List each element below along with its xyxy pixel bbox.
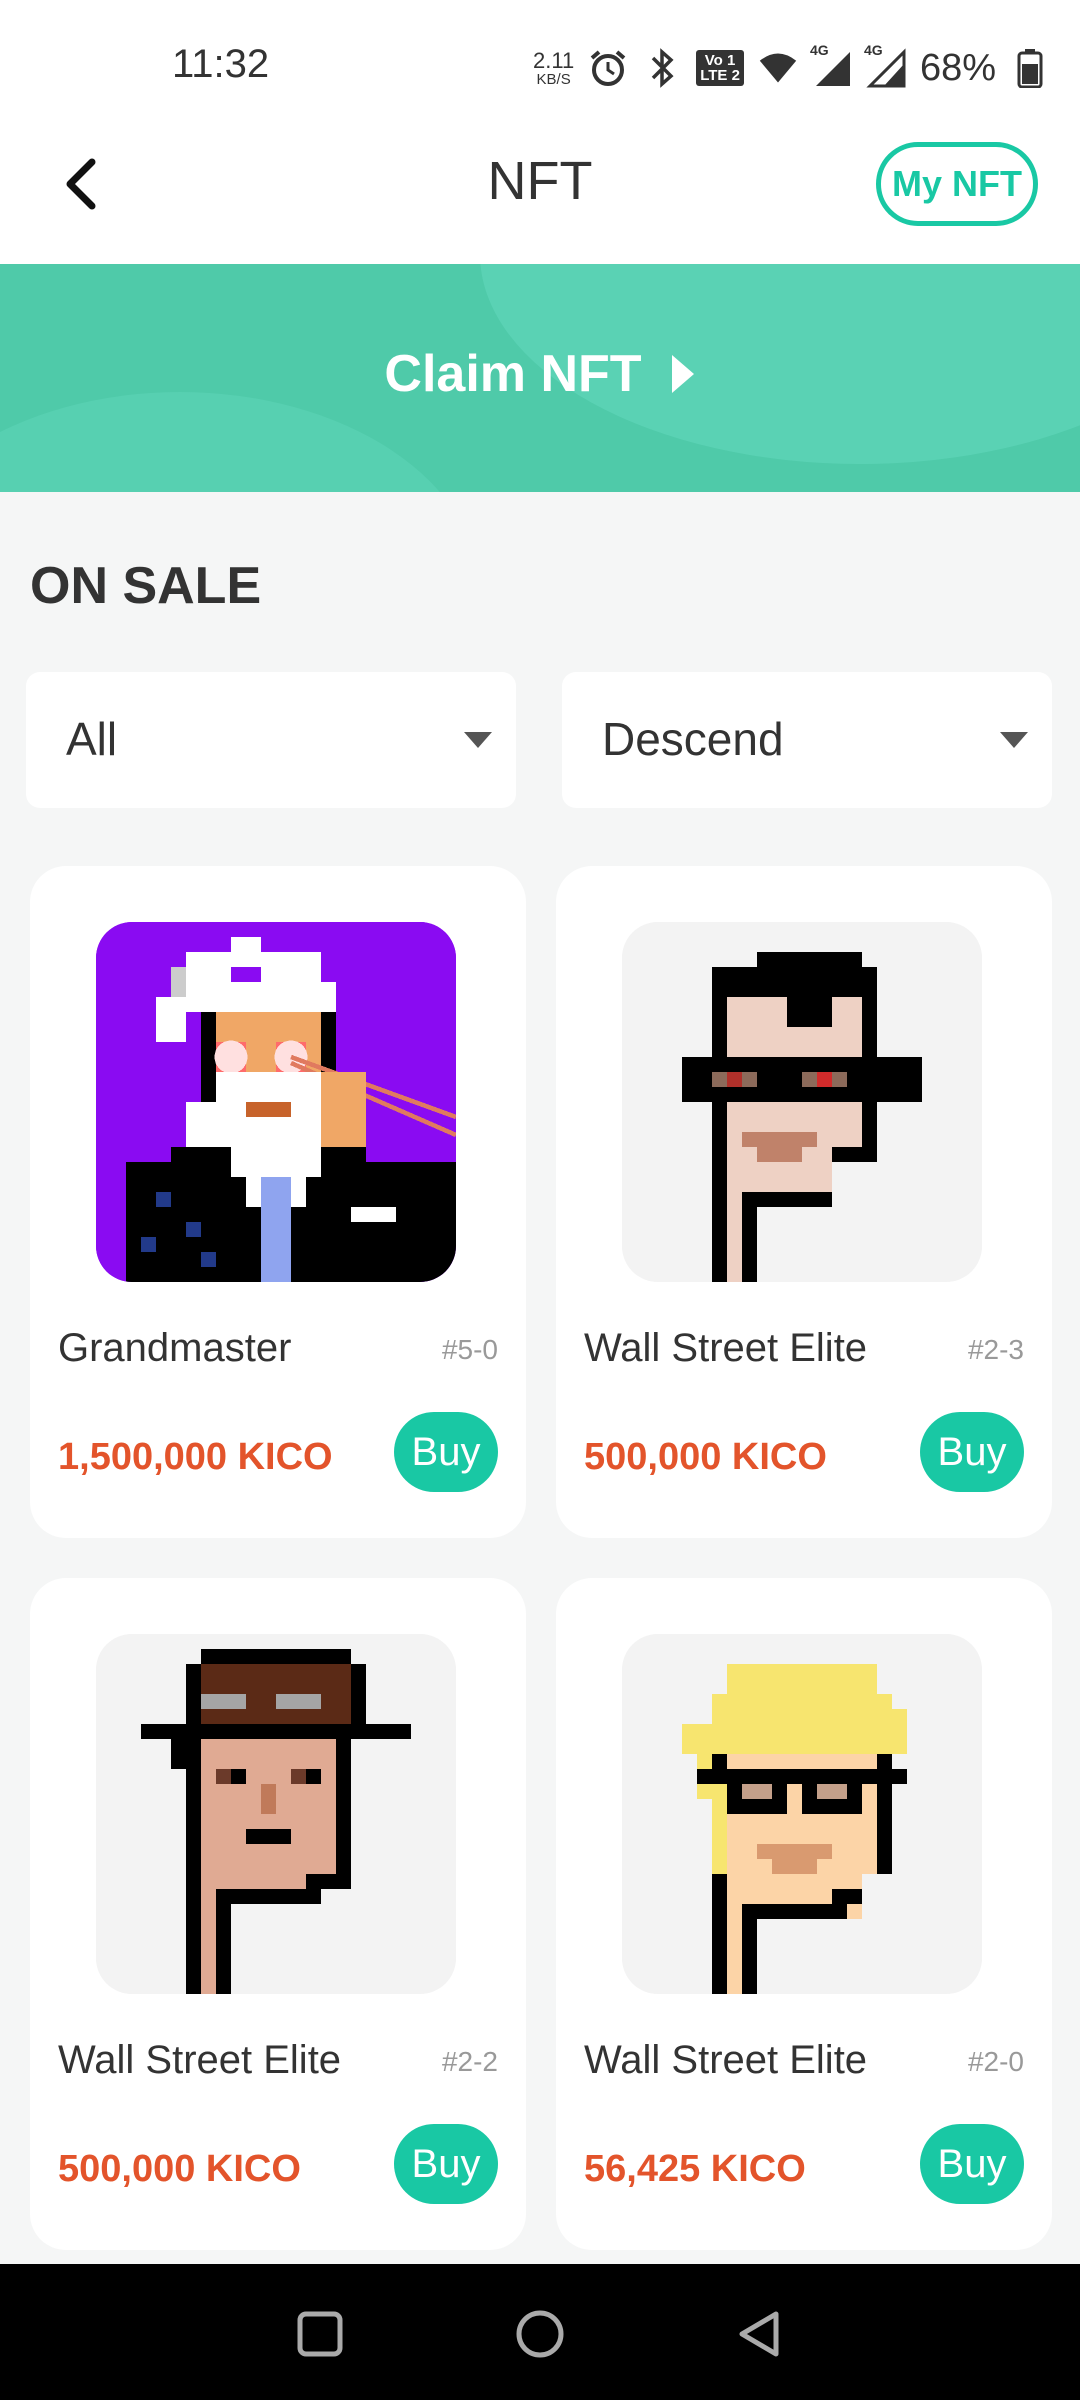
caret-down-icon [1000, 732, 1028, 748]
nft-image [622, 1634, 982, 1994]
nft-grandmaster-art [96, 922, 456, 1282]
volte-icon: Vo 1 LTE 2 [696, 50, 744, 86]
nft-name: Wall Street Elite [58, 2038, 342, 2082]
top-app-bar: NFT My NFT [0, 130, 1080, 264]
battery-percent: 68% [919, 46, 996, 89]
nft-name: Wall Street Elite [584, 1326, 868, 1370]
signal-icon: 4G [810, 42, 852, 88]
nft-image [96, 1634, 456, 1994]
recents-button[interactable] [292, 2306, 348, 2362]
battery-icon [1010, 48, 1050, 88]
banner-decoration [0, 392, 480, 492]
home-button[interactable] [512, 2306, 568, 2362]
system-nav-bar [0, 2264, 1080, 2400]
buy-button[interactable]: Buy [394, 1412, 498, 1492]
back-nav-button[interactable] [732, 2306, 788, 2362]
status-time: 11:32 [172, 42, 270, 86]
volte-bottom-label: LTE 2 [700, 67, 740, 84]
claim-nft-label: Claim NFT [384, 345, 642, 403]
nft-wall-street-elite-art [622, 922, 982, 1282]
nft-price: 500,000 KICO [58, 2148, 301, 2190]
buy-button[interactable]: Buy [394, 2124, 498, 2204]
nft-serial: #5-0 [441, 1334, 498, 1365]
nft-screen: 11:32 2.11 KB/S Vo 1 LTE 2 4G 4G 68% NFT… [0, 0, 1080, 2400]
status-icons: 2.11 KB/S Vo 1 LTE 2 4G 4G 68% [533, 40, 1050, 96]
nft-card[interactable]: Wall Street Elite #2-2 500,000 KICO Buy [30, 1578, 526, 2250]
nft-image [622, 922, 982, 1282]
caret-down-icon [464, 732, 492, 748]
nft-wall-street-elite-art [622, 1634, 982, 1994]
nft-price: 56,425 KICO [584, 2148, 806, 2190]
nft-name: Wall Street Elite [584, 2038, 868, 2082]
claim-nft-banner[interactable]: Claim NFT [0, 264, 1080, 492]
alarm-icon [588, 48, 628, 88]
category-selected-value: All [66, 713, 118, 765]
sim2-label: 4G [863, 42, 883, 58]
nft-wall-street-elite-art [96, 1634, 456, 1994]
nft-image [96, 922, 456, 1282]
network-speed-value: 2.11 [533, 47, 575, 73]
nft-serial: #2-2 [441, 2046, 498, 2077]
nft-serial: #2-3 [967, 1334, 1024, 1365]
network-speed-unit: KB/S [536, 70, 571, 88]
network-speed: 2.11 KB/S [533, 47, 575, 88]
play-right-icon [671, 355, 694, 393]
nft-name: Grandmaster [58, 1326, 292, 1370]
bluetooth-icon [642, 48, 682, 88]
nft-price: 1,500,000 KICO [58, 1436, 333, 1478]
section-title: ON SALE [30, 557, 262, 615]
sim1-label: 4G [809, 42, 829, 58]
signal-icon: 4G [864, 42, 906, 88]
nft-price: 500,000 KICO [584, 1436, 827, 1478]
buy-button[interactable]: Buy [920, 2124, 1024, 2204]
claim-nft-link[interactable]: Claim NFT [0, 344, 1080, 404]
buy-button[interactable]: Buy [920, 1412, 1024, 1492]
sort-selected-value: Descend [602, 713, 784, 765]
nft-card[interactable]: Wall Street Elite #2-0 56,425 KICO Buy [556, 1578, 1052, 2250]
nft-serial: #2-0 [967, 2046, 1024, 2077]
wifi-icon [758, 48, 798, 88]
nft-card[interactable]: Wall Street Elite #2-3 500,000 KICO Buy [556, 866, 1052, 1538]
my-nft-button[interactable]: My NFT [876, 142, 1038, 226]
sort-dropdown[interactable]: Descend [562, 672, 1052, 808]
nft-card[interactable]: Grandmaster #5-0 1,500,000 KICO Buy [30, 866, 526, 1538]
status-bar: 11:32 2.11 KB/S Vo 1 LTE 2 4G 4G 68% [0, 0, 1080, 130]
category-dropdown[interactable]: All [26, 672, 516, 808]
